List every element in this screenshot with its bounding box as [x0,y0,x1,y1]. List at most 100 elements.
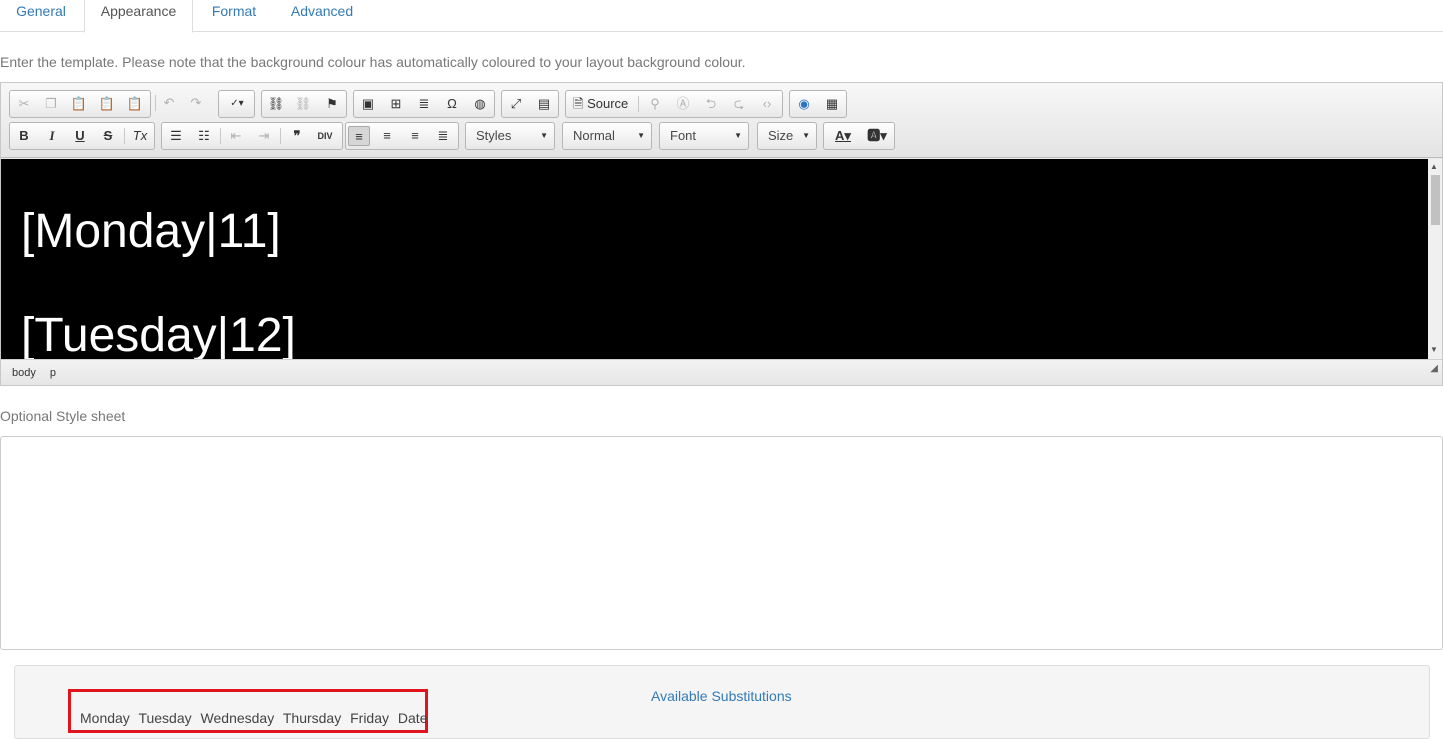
rich-text-editor: ✂ ❐ 📋 📋 📋 ↶ ↷ ✓▾ ⛓ ⛓ ⚑ ▣ ⊞ ≣ Ω ◍ ⤢ ▤ 🗎 S… [0,82,1443,386]
styles-dropdown[interactable]: Styles ▼ [465,122,555,150]
editor-content[interactable]: [Monday|11] [Tuesday|12] [1,159,1428,359]
background-color-icon[interactable]: 🅰▾ [862,126,892,146]
substitution-item[interactable]: Wednesday [201,710,275,726]
remove-format-icon[interactable]: Tx [129,126,151,146]
div-container-icon[interactable]: DIV [314,126,336,146]
scroll-down-arrow-icon[interactable]: ▼ [1430,345,1438,354]
substitution-item[interactable]: Thursday [283,710,341,726]
format-label: Normal [573,128,615,143]
redo-icon[interactable]: ↷ [185,93,207,113]
substitutions-panel: Available Substitutions Monday Tuesday W… [14,665,1430,739]
anchor-flag-icon[interactable]: ⚑ [321,94,343,114]
image-icon[interactable]: ▣ [357,94,379,114]
tab-general[interactable]: General [0,0,82,32]
unlink-icon[interactable]: ⛓ [292,94,314,114]
chevron-down-icon: ▼ [802,131,810,140]
tab-format[interactable]: Format [198,0,270,32]
bold-button[interactable]: B [13,126,35,146]
qr-code-icon[interactable]: ▦ [821,94,843,114]
source-doc-icon: 🗎 [573,96,584,111]
template-help-text: Enter the template. Please note that the… [0,54,746,70]
color-group: A▾ 🅰▾ [823,122,895,150]
substitution-item[interactable]: Friday [350,710,389,726]
editor-scrollbar[interactable]: ▲ ▼ [1428,159,1442,359]
size-dropdown[interactable]: Size ▼ [757,122,817,150]
align-group: ≡ ≡ ≡ ≣ [345,122,459,150]
source-button[interactable]: 🗎 Source [569,94,633,114]
indent-icon[interactable]: ⇥ [253,126,275,146]
toolbar-separator [124,128,125,144]
outdent-icon[interactable]: ⇤ [225,126,247,146]
toolbar-separator [280,128,281,144]
path-item-p[interactable]: p [50,367,56,379]
align-right-icon[interactable]: ≡ [404,126,426,146]
substitutions-highlight-box: Monday Tuesday Wednesday Thursday Friday… [68,689,428,733]
align-center-icon[interactable]: ≡ [376,126,398,146]
source-label: Source [587,96,629,111]
basic-style-group: B I U S Tx [9,122,155,150]
copy-icon[interactable]: ❐ [40,94,62,114]
strikethrough-button[interactable]: S [97,126,119,146]
maximize-icon[interactable]: ⤢ [505,94,527,114]
find-icon[interactable]: ⚲ [644,94,666,114]
tab-bar: General Appearance Format Advanced [0,0,1443,33]
clipboard-group: ✂ ❐ 📋 📋 📋 [9,90,151,118]
toolbar-separator [638,96,639,112]
show-blocks-icon[interactable]: ▤ [533,94,555,114]
table-icon[interactable]: ⊞ [385,94,407,114]
italic-button[interactable]: I [41,126,63,146]
toolbar-separator [220,128,221,144]
bulleted-list-icon[interactable]: ☷ [193,126,215,146]
scroll-up-arrow-icon[interactable]: ▲ [1430,162,1438,171]
toolbar-separator [155,95,156,111]
special-char-omega-icon[interactable]: Ω [441,94,463,114]
chevron-down-icon: ▼ [734,131,742,140]
link-icon[interactable]: ⛓ [265,94,287,114]
font-dropdown[interactable]: Font ▼ [659,122,749,150]
cut-icon[interactable]: ✂ [13,94,35,114]
select-all-icon[interactable]: Ⓐ [672,94,694,114]
undo-icon[interactable]: ↶ [158,93,180,113]
size-label: Size [768,128,794,143]
link-group: ⛓ ⛓ ⚑ [261,90,347,118]
path-item-body[interactable]: body [12,367,36,379]
scroll-thumb[interactable] [1431,175,1440,225]
substitution-item[interactable]: Monday [80,710,130,726]
numbered-list-icon[interactable]: ☰ [165,126,187,146]
paste-icon[interactable]: 📋 [68,94,90,114]
view-group: ⤢ ▤ [501,90,559,118]
substitution-item[interactable]: Tuesday [138,710,191,726]
spellcheck-icon[interactable]: ✓▾ [222,94,252,114]
chevron-down-icon: ▼ [637,131,645,140]
align-justify-icon[interactable]: ≣ [432,126,454,146]
paragraph-group: ☰ ☷ ⇤ ⇥ ❞ DIV [161,122,343,150]
redo-replace-icon[interactable]: ⮎ [728,94,750,114]
stylesheet-label: Optional Style sheet [0,408,126,424]
underline-button[interactable]: U [69,126,91,146]
format-dropdown[interactable]: Normal ▼ [562,122,652,150]
preview-globe-icon[interactable]: ◉ [793,94,815,114]
substitution-item[interactable]: Date [398,710,428,726]
tab-appearance[interactable]: Appearance [84,0,193,33]
tab-advanced[interactable]: Advanced [276,0,368,32]
code-icon[interactable]: ‹› [756,94,778,114]
resize-handle-icon[interactable]: ◢ [1430,356,1438,382]
substitutions-title[interactable]: Available Substitutions [651,688,792,704]
editor-line-tuesday: [Tuesday|12] [21,309,296,359]
horizontal-rule-icon[interactable]: ≣ [413,94,435,114]
spellcheck-group: ✓▾ [218,90,255,118]
align-left-icon[interactable]: ≡ [348,126,370,146]
chevron-down-icon: ▼ [540,131,548,140]
paste-word-icon[interactable]: 📋 [124,94,146,114]
substitutions-list: Monday Tuesday Wednesday Thursday Friday… [80,710,432,726]
element-path-bar: body p ◢ [1,359,1442,385]
blockquote-icon[interactable]: ❞ [286,126,308,146]
editor-line-monday: [Monday|11] [21,205,281,258]
stylesheet-textarea[interactable] [0,436,1443,650]
insert-group: ▣ ⊞ ≣ Ω ◍ [353,90,495,118]
editor-toolbar: ✂ ❐ 📋 📋 📋 ↶ ↷ ✓▾ ⛓ ⛓ ⚑ ▣ ⊞ ≣ Ω ◍ ⤢ ▤ 🗎 S… [1,83,1442,158]
text-color-icon[interactable]: A▾ [828,126,858,146]
iframe-globe-icon[interactable]: ◍ [469,94,491,114]
paste-text-icon[interactable]: 📋 [96,94,118,114]
replace-icon[interactable]: ⮌ [700,94,722,114]
